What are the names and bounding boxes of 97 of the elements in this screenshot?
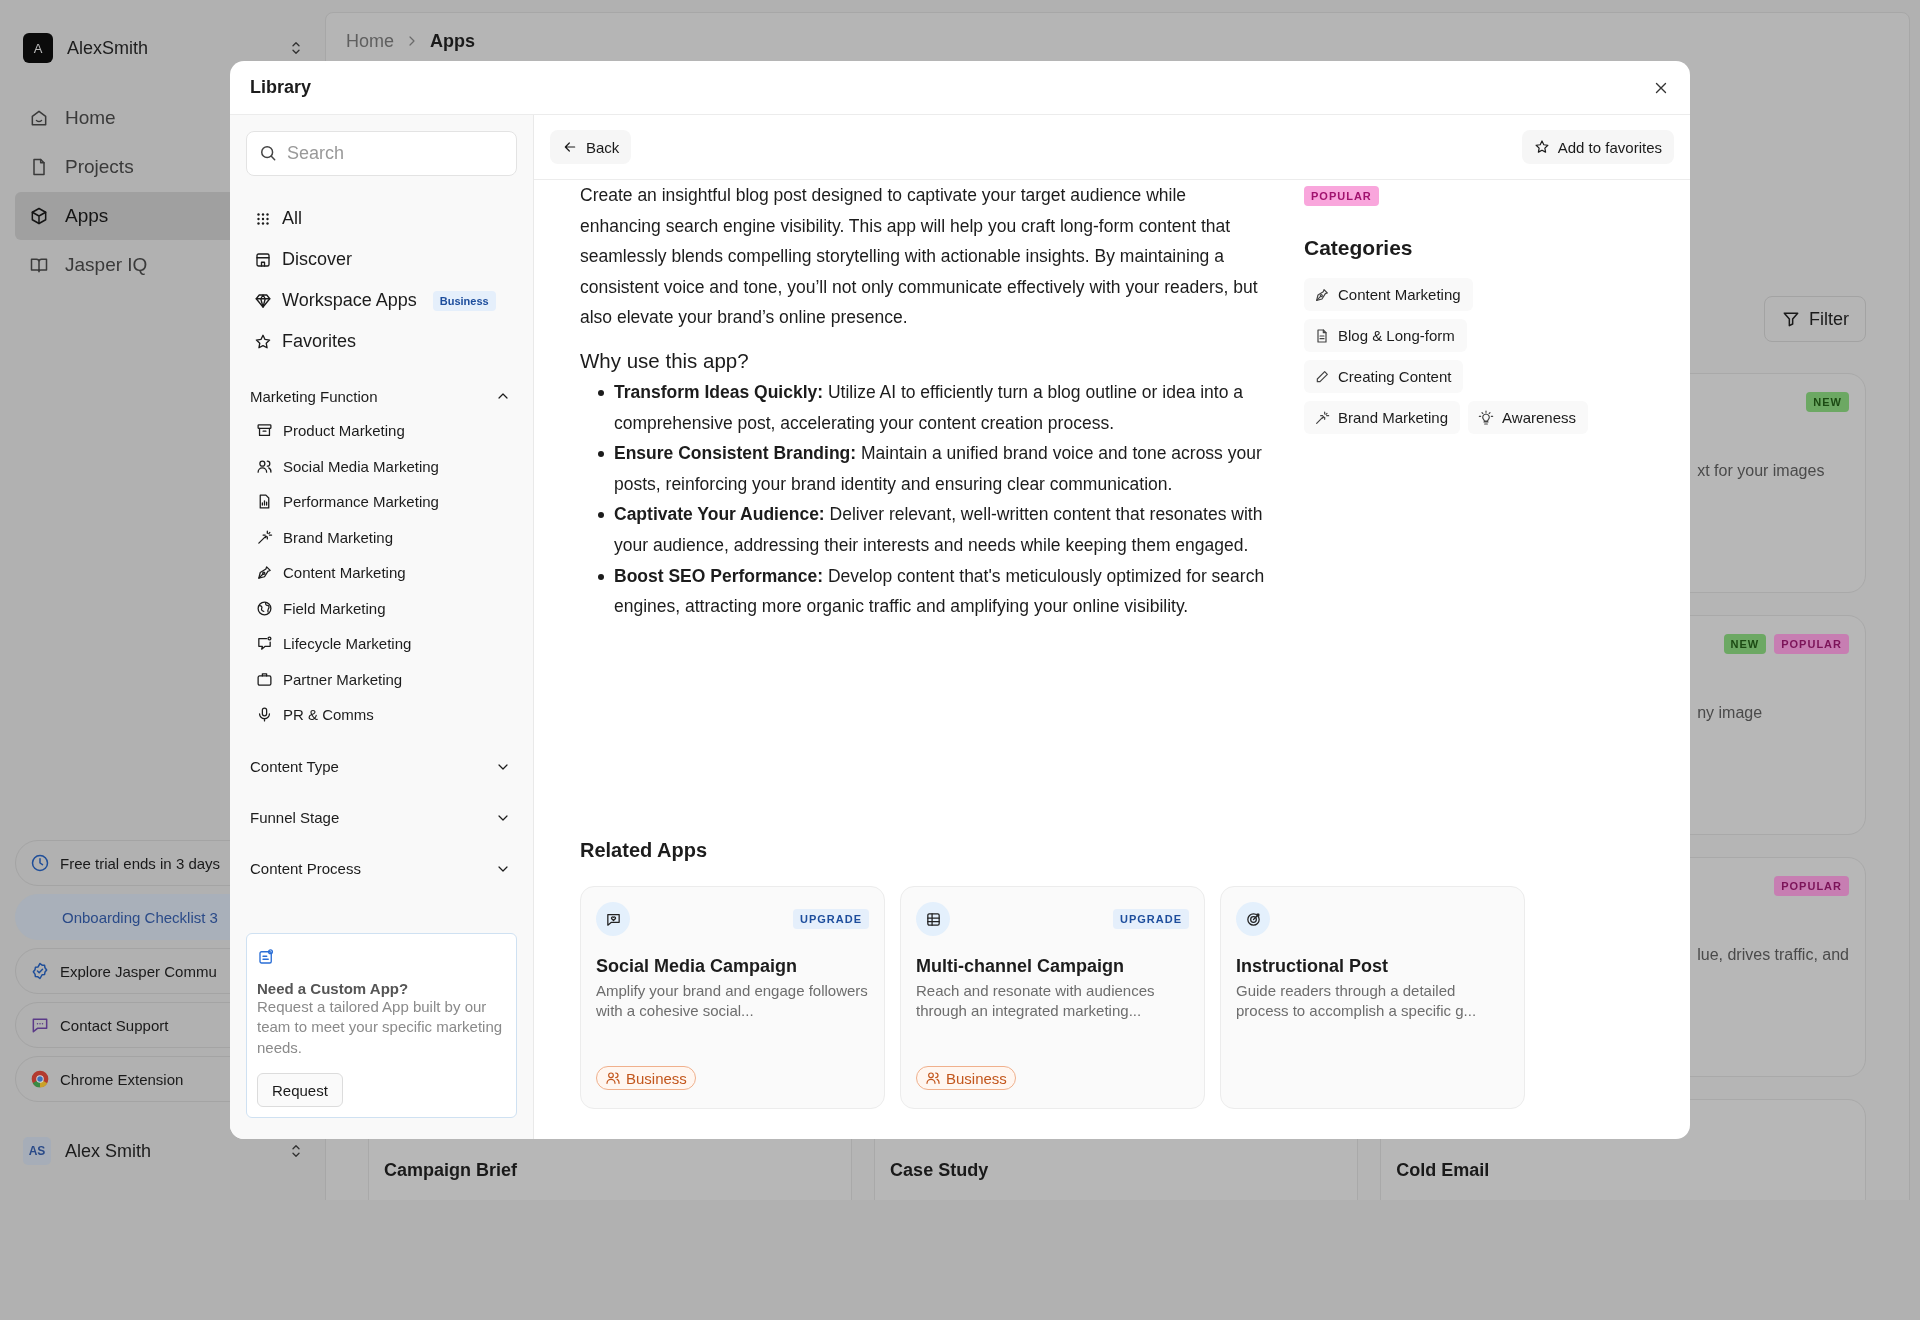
pen-nib-icon xyxy=(1314,286,1330,303)
popular-tag: POPULAR xyxy=(1304,186,1379,206)
related-app-card[interactable]: UPGRADE Social Media Campaign Amplify your brand and engage followers with a cohesive social... Business xyxy=(580,886,885,1109)
arrow-left-icon xyxy=(562,139,578,155)
bullet-icon xyxy=(598,573,604,580)
category-chip[interactable]: Content Marketing xyxy=(1304,278,1473,311)
card-title: Instructional Post xyxy=(1236,956,1389,977)
section-heading: Related Apps xyxy=(580,839,709,862)
card-title: Campaign Brief xyxy=(384,1160,519,1181)
bullet-icon xyxy=(598,389,604,396)
nav-item[interactable]: Workspace Apps Business xyxy=(246,280,517,321)
back-button[interactable]: Back xyxy=(550,130,632,164)
benefit-text: Captivate Your Audience: Deliver relevant, well-written content that resonates with your audience, addressing their interests and needs while keeping them engaged. xyxy=(614,503,1264,557)
plan-tag[interactable]: Business xyxy=(916,1066,1016,1090)
related-app-card[interactable]: UPGRADE Multi-channel Campaign Reach and resonate with audiences through an integrated marketing... Business xyxy=(900,886,1205,1109)
pen-nib-icon xyxy=(256,564,273,582)
user-avatar: AS xyxy=(23,1137,51,1165)
search-icon xyxy=(258,143,278,163)
people-icon xyxy=(925,1070,941,1086)
diamond-icon xyxy=(254,291,272,310)
upgrade-tag: UPGRADE xyxy=(793,909,869,929)
chat-bubble-icon xyxy=(256,635,273,653)
benefit-text: Ensure Consistent Branding: Maintain a unified brand voice and tone across your posts, reinforcing your brand identity and ensuring clear communication. xyxy=(614,442,1263,496)
benefit-text: Boost SEO Performance: Develop content that's meticulously optimized for search engines, attracting more organic traffic and amplifying your online visibility. xyxy=(614,564,1266,619)
filter-button[interactable]: Filter xyxy=(1764,296,1866,342)
storefront-icon xyxy=(254,250,272,269)
new-tag: NEW xyxy=(1723,634,1767,654)
filter-item[interactable]: Product Marketing xyxy=(246,413,517,449)
card-description: ny image xyxy=(1697,704,1764,722)
star-icon xyxy=(1533,139,1550,155)
people-icon xyxy=(605,1070,621,1086)
card-title: Case Study xyxy=(890,1160,990,1181)
section-header[interactable]: Content Type xyxy=(246,749,517,784)
magic-wand-icon xyxy=(1314,409,1330,426)
magic-wand-icon xyxy=(256,528,273,546)
card-description: Guide readers through a detailed process to accomplish a specific g... xyxy=(1236,981,1478,1021)
card-title: Social Media Campaign xyxy=(596,956,799,977)
dialog-title: Library xyxy=(250,77,312,98)
filter-item[interactable]: PR & Comms xyxy=(246,697,517,733)
microphone-icon xyxy=(256,706,273,724)
plan-tag[interactable]: Business xyxy=(596,1066,696,1090)
chat-bubble-icon xyxy=(30,1015,50,1035)
nav-item[interactable]: Favorites xyxy=(246,321,517,362)
clock-icon xyxy=(30,853,50,873)
target-icon xyxy=(1244,910,1262,928)
star-icon xyxy=(254,332,272,351)
search-field[interactable]: Search xyxy=(246,131,517,176)
popular-tag: POPULAR xyxy=(1774,876,1849,896)
app-description: Create an insightful blog post designed to captivate your target audience while enhancing search engine visibility. This app will help you craft long-form content that seamlessly blends compelling storytelling with actionable insights. By maintaining a consistent voice and tone, you’ll not only communicate effectively with your readers, but also elevate your brand’s online presence. xyxy=(580,184,1259,330)
popular-tag: POPULAR xyxy=(1774,634,1849,654)
filter-item[interactable]: Brand Marketing xyxy=(246,519,517,555)
card-description: xt for your images xyxy=(1697,462,1826,480)
cube-icon xyxy=(29,206,49,226)
request-button[interactable]: Request xyxy=(257,1073,343,1107)
card-title: Multi-channel Campaign xyxy=(916,956,1125,977)
nav-item[interactable]: Discover xyxy=(246,239,517,280)
category-chip[interactable]: Blog & Long-form xyxy=(1304,319,1467,352)
document-icon xyxy=(1314,327,1330,344)
new-tag: NEW xyxy=(1806,392,1849,412)
related-app-card[interactable]: Instructional Post Guide readers through a detailed process to accomplish a specific g... xyxy=(1220,886,1525,1109)
filter-item[interactable]: Social Media Marketing xyxy=(246,448,517,484)
book-icon xyxy=(29,255,49,275)
section-heading: Why use this app? xyxy=(580,348,750,373)
filter-icon xyxy=(1781,309,1801,329)
category-chip[interactable]: Brand Marketing xyxy=(1304,401,1461,434)
card-description: lue, drives traffic, and xyxy=(1697,946,1849,964)
benefit-text: Transform Ideas Quickly: Utilize AI to efficiently turn a blog outline or idea into a comprehensive post, accelerating your content creation process. xyxy=(614,380,1245,435)
filter-item[interactable]: Content Marketing xyxy=(246,555,517,591)
workspace-avatar: A xyxy=(23,33,53,63)
bullet-icon xyxy=(598,451,604,458)
filter-item[interactable]: Field Marketing xyxy=(246,590,517,626)
note-icon xyxy=(257,947,275,966)
globe-icon xyxy=(256,599,273,617)
card-title: Cold Email xyxy=(1396,1160,1491,1181)
category-chip[interactable]: Creating Content xyxy=(1304,360,1464,393)
browser-icon xyxy=(30,1069,50,1089)
filter-item[interactable]: Performance Marketing xyxy=(246,484,517,520)
briefcase-icon xyxy=(256,670,273,688)
verified-badge-icon xyxy=(30,961,50,981)
house-icon xyxy=(29,108,49,128)
filter-item[interactable]: Lifecycle Marketing xyxy=(246,626,517,662)
bullet-icon xyxy=(598,512,604,519)
user-name: Alex Smith xyxy=(65,1140,152,1162)
section-header[interactable]: Marketing Function xyxy=(246,379,517,413)
section-heading: Categories xyxy=(1304,236,1414,260)
section-header[interactable]: Funnel Stage xyxy=(246,800,517,835)
filter-item[interactable]: Partner Marketing xyxy=(246,661,517,697)
table-icon xyxy=(924,910,942,928)
plan-tag: Business xyxy=(432,290,496,311)
card-description: Reach and resonate with audiences through an integrated marketing... xyxy=(916,981,1156,1021)
workspace-name: AlexSmith xyxy=(67,37,149,59)
card-description: Amplify your brand and engage followers with a cohesive social... xyxy=(596,981,869,1021)
category-chip[interactable]: Awareness xyxy=(1468,401,1588,434)
upgrade-tag: UPGRADE xyxy=(1113,909,1189,929)
pencil-icon xyxy=(1314,368,1330,385)
lightbulb-icon xyxy=(1478,409,1495,426)
favorite-button[interactable]: Add to favorites xyxy=(1521,130,1674,164)
